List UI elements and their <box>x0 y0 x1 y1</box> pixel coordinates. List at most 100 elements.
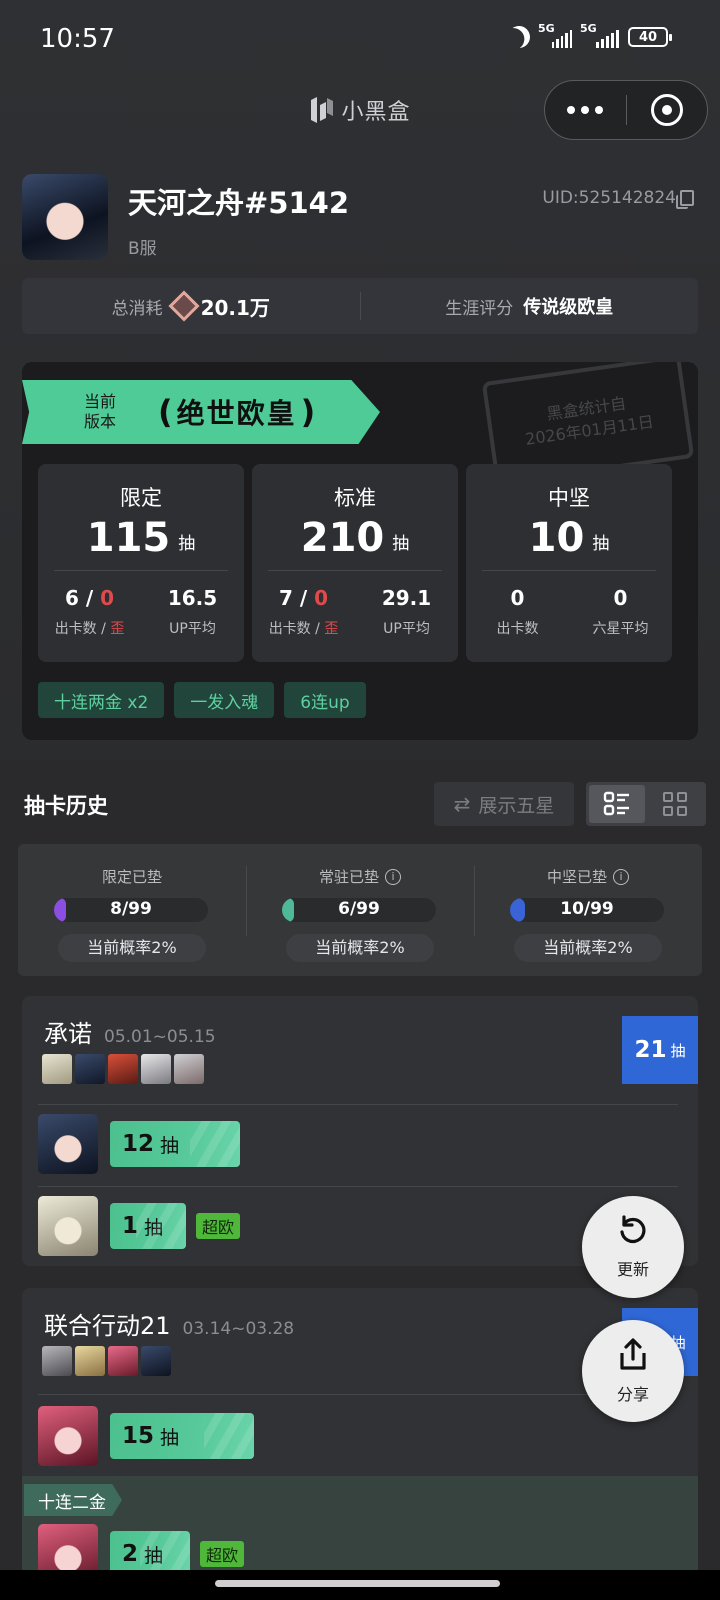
divider <box>54 570 228 571</box>
originite-icon <box>168 290 200 322</box>
six-star-average: 0 <box>613 586 628 610</box>
operator-avatar <box>108 1054 138 1084</box>
pity-bar: 6/99 <box>282 898 436 922</box>
close-miniapp-button[interactable] <box>627 94 708 126</box>
view-switch <box>586 782 706 826</box>
banner-card[interactable]: 联合行动2103.14~03.28 30抽 15抽 十连二金 2抽 超欧 <box>22 1288 698 1578</box>
off-count: 0 <box>314 586 329 610</box>
pity-bar: 10/99 <box>510 898 664 922</box>
banner-operators <box>42 1346 171 1376</box>
pull-count-pill: 15 抽 <box>110 1413 254 1459</box>
operator-avatar <box>174 1054 204 1084</box>
operator-avatar <box>108 1346 138 1376</box>
up-average-label: UP平均 <box>169 621 216 637</box>
banner-total-value: 21 <box>634 1037 667 1063</box>
status-bar: 10:57 5G 5G 40 <box>0 0 720 78</box>
user-name: 天河之舟#5142 <box>128 186 350 220</box>
lucky-tag: 超欧 <box>200 1541 245 1567</box>
status-icons: 5G 5G 40 <box>505 22 672 51</box>
signal-label: 5G <box>538 22 555 35</box>
user-avatar[interactable] <box>22 174 108 260</box>
pity-value: 8/99 <box>110 899 152 919</box>
banner-total: 21 抽 <box>622 1016 698 1084</box>
laurel-right-icon: ) <box>300 393 316 431</box>
copy-icon[interactable] <box>676 190 694 209</box>
heybox-logo-icon <box>311 97 334 123</box>
cards-label: 出卡数 <box>54 621 97 637</box>
refresh-icon <box>620 1215 646 1244</box>
pity-rate: 当前概率2% <box>514 934 662 962</box>
six-star-average-label: 六星平均 <box>592 621 649 637</box>
rank-title: 绝世欧皇 <box>176 397 297 430</box>
banner-operators <box>42 1054 204 1084</box>
divider <box>38 1186 678 1187</box>
dot-icon <box>595 106 604 114</box>
status-time: 10:57 <box>40 24 115 54</box>
off-label: 歪 <box>110 621 125 637</box>
operator-avatar <box>38 1196 98 1256</box>
banner-title: 联合行动21 03.14~03.28 <box>44 1306 294 1341</box>
operator-avatar <box>141 1054 171 1084</box>
pull-count: 15 <box>122 1423 155 1449</box>
box-unit: 抽 <box>392 534 410 554</box>
total-spend: 总消耗 20.1万 <box>22 290 360 322</box>
info-icon[interactable]: i <box>385 868 401 885</box>
rank-box-limited[interactable]: 限定 115 抽 6 / 0 出卡数 / 歪 16.5 UP平均 <box>38 464 244 662</box>
share-button[interactable]: 分享 <box>582 1320 684 1422</box>
rank-box-core[interactable]: 中坚 10 抽 0 出卡数 0 六星平均 <box>466 464 672 662</box>
info-icon[interactable]: i <box>613 868 629 885</box>
operator-avatar <box>141 1346 171 1376</box>
cards-label: 出卡数 <box>496 621 539 637</box>
pity-value: 6/99 <box>338 899 380 919</box>
lucky-tag: 超欧 <box>196 1213 241 1239</box>
home-indicator[interactable] <box>215 1580 500 1587</box>
box-type: 中坚 <box>548 486 590 510</box>
server-label: B服 <box>128 239 157 259</box>
operator-avatar <box>75 1054 105 1084</box>
banner-title: 承诺 05.01~05.15 <box>44 1014 216 1049</box>
refresh-label: 更新 <box>616 1260 649 1279</box>
box-pulls: 115 <box>86 515 171 561</box>
dot-icon <box>581 106 590 114</box>
list-icon <box>603 791 629 816</box>
share-icon <box>620 1338 646 1370</box>
rank-boxes: 限定 115 抽 6 / 0 出卡数 / 歪 16.5 UP平均 标准 210 抽 7… <box>38 464 672 662</box>
version-label-2: 版本 <box>84 412 117 431</box>
signal-label: 5G <box>580 22 597 35</box>
pull-count: 1 <box>122 1213 139 1239</box>
pull-unit: 抽 <box>144 1544 164 1567</box>
dot-icon <box>567 106 576 114</box>
refresh-button[interactable]: 更新 <box>582 1196 684 1298</box>
uid-text: UID:525142824 <box>542 188 676 208</box>
pity-bar: 8/99 <box>54 898 208 922</box>
pity-label: 中坚已垫 <box>546 868 607 886</box>
banner-name: 承诺 <box>44 1020 92 1048</box>
version-label: 当前 版本 <box>84 392 128 432</box>
uid-copy[interactable]: UID:525142824 <box>542 188 694 209</box>
operator-avatar <box>75 1346 105 1376</box>
show-five-star-toggle[interactable]: ⇄ 展示五星 <box>434 782 574 826</box>
signal-icon: 5G <box>580 22 620 48</box>
grid-view-button[interactable] <box>647 785 703 823</box>
box-type: 标准 <box>334 486 376 510</box>
box-type: 限定 <box>120 486 162 510</box>
pull-row: 15 抽 <box>38 1406 254 1466</box>
list-view-button[interactable] <box>589 785 645 823</box>
pity-label: 限定已垫 <box>101 868 162 886</box>
operator-avatar <box>42 1346 72 1376</box>
pity-rate: 当前概率2% <box>58 934 206 962</box>
rank-box-standard[interactable]: 标准 210 抽 7 / 0 出卡数 / 歪 29.1 UP平均 <box>252 464 458 662</box>
ten-gold-badge: 十连二金 <box>24 1484 122 1516</box>
more-button[interactable] <box>545 106 626 114</box>
achievement-tag: 十连两金 x2 <box>38 682 165 718</box>
pity-limited: 限定已垫 8/99 当前概率2% <box>18 844 246 976</box>
pity-value: 10/99 <box>560 899 614 919</box>
achievement-tags: 十连两金 x2 一发入魂 6连up <box>38 682 366 718</box>
banner-dates: 05.01~05.15 <box>104 1027 216 1047</box>
achievement-tag: 6连up <box>284 682 366 718</box>
version-label-1: 当前 <box>84 392 117 411</box>
target-icon <box>650 94 683 126</box>
pity-label: 常驻已垫 <box>318 868 379 886</box>
history-title: 抽卡历史 <box>24 794 108 818</box>
moon-icon <box>505 23 533 51</box>
